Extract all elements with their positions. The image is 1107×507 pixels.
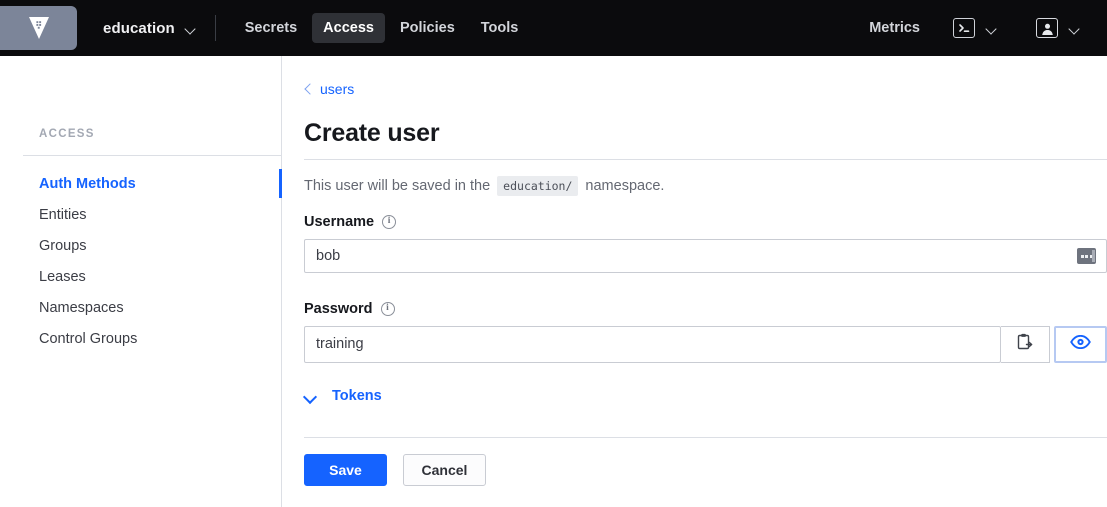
sidebar-item-entities[interactable]: Entities	[0, 199, 282, 230]
namespace-note: This user will be saved in the education…	[304, 176, 664, 196]
info-circle-icon[interactable]: i	[382, 215, 397, 229]
chevron-down-icon	[987, 25, 998, 32]
breadcrumb-users-link[interactable]: users	[304, 81, 354, 97]
vault-logo-icon	[27, 15, 51, 41]
breadcrumb-label: users	[320, 81, 355, 97]
footer-divider	[304, 437, 1107, 438]
save-button[interactable]: Save	[304, 454, 387, 486]
nav-link-access[interactable]: Access	[312, 13, 385, 43]
sidebar-item-auth-methods[interactable]: Auth Methods	[0, 168, 283, 199]
chevron-down-icon	[304, 392, 316, 400]
password-input[interactable]	[304, 326, 1001, 363]
sidebar-item-namespaces[interactable]: Namespaces	[0, 292, 282, 323]
password-manager-autofill-icon[interactable]	[1077, 248, 1096, 264]
password-label-row: Password i	[304, 301, 1107, 317]
namespace-switcher[interactable]: education	[99, 15, 201, 42]
username-field-group: Username i	[304, 214, 1107, 273]
clipboard-copy-icon	[1016, 333, 1033, 356]
copy-password-button[interactable]	[1000, 326, 1051, 363]
form-actions: Save Cancel	[304, 454, 486, 486]
top-navbar: education Secrets Access Policies Tools …	[0, 0, 1107, 56]
sidebar-item-groups[interactable]: Groups	[0, 230, 282, 261]
namespace-note-suffix: namespace.	[585, 178, 665, 194]
page-title: Create user	[304, 119, 440, 147]
username-label: Username	[304, 214, 375, 230]
user-menu-button[interactable]	[1032, 14, 1085, 42]
chevron-down-icon	[1070, 25, 1081, 32]
user-avatar-icon	[1036, 18, 1058, 38]
primary-nav: Secrets Access Policies Tools	[234, 13, 530, 43]
password-input-row	[304, 326, 1107, 363]
tokens-toggle-label: Tokens	[332, 388, 382, 404]
username-input[interactable]	[304, 239, 1107, 273]
navbar-right-group: Metrics	[858, 13, 1107, 43]
title-divider	[304, 159, 1107, 160]
vault-home-link[interactable]	[0, 6, 77, 50]
toggle-password-visibility-button[interactable]	[1054, 326, 1107, 363]
sidebar-item-control-groups[interactable]: Control Groups	[0, 323, 282, 354]
chevron-left-icon	[304, 85, 313, 94]
console-toggle-button[interactable]	[949, 14, 1002, 42]
namespace-note-prefix: This user will be saved in the	[304, 178, 491, 194]
username-label-row: Username i	[304, 214, 1107, 230]
navbar-divider	[214, 15, 216, 41]
terminal-console-icon	[953, 18, 975, 38]
main-content: users Create user This user will be save…	[282, 56, 1107, 507]
password-label: Password	[304, 301, 373, 317]
sidebar-divider	[23, 155, 282, 156]
namespace-badge: education/	[497, 176, 579, 196]
nav-link-metrics[interactable]: Metrics	[858, 13, 931, 43]
nav-link-secrets[interactable]: Secrets	[234, 13, 308, 43]
eye-icon	[1070, 334, 1091, 354]
namespace-switcher-label: education	[103, 19, 175, 37]
sidebar: ACCESS Auth Methods Entities Groups Leas…	[0, 56, 283, 507]
tokens-section-toggle[interactable]: Tokens	[304, 388, 382, 404]
nav-link-policies[interactable]: Policies	[389, 13, 466, 43]
chevron-down-icon	[186, 25, 197, 32]
sidebar-section-title: ACCESS	[39, 128, 95, 140]
cancel-button[interactable]: Cancel	[403, 454, 486, 486]
sidebar-nav-list: Auth Methods Entities Groups Leases Name…	[0, 168, 283, 354]
sidebar-item-leases[interactable]: Leases	[0, 261, 282, 292]
info-circle-icon[interactable]: i	[380, 302, 395, 316]
nav-link-tools[interactable]: Tools	[470, 13, 530, 43]
vault-app-window: education Secrets Access Policies Tools …	[0, 0, 1107, 507]
password-field-group: Password i	[304, 301, 1107, 363]
username-input-wrap	[304, 239, 1107, 273]
